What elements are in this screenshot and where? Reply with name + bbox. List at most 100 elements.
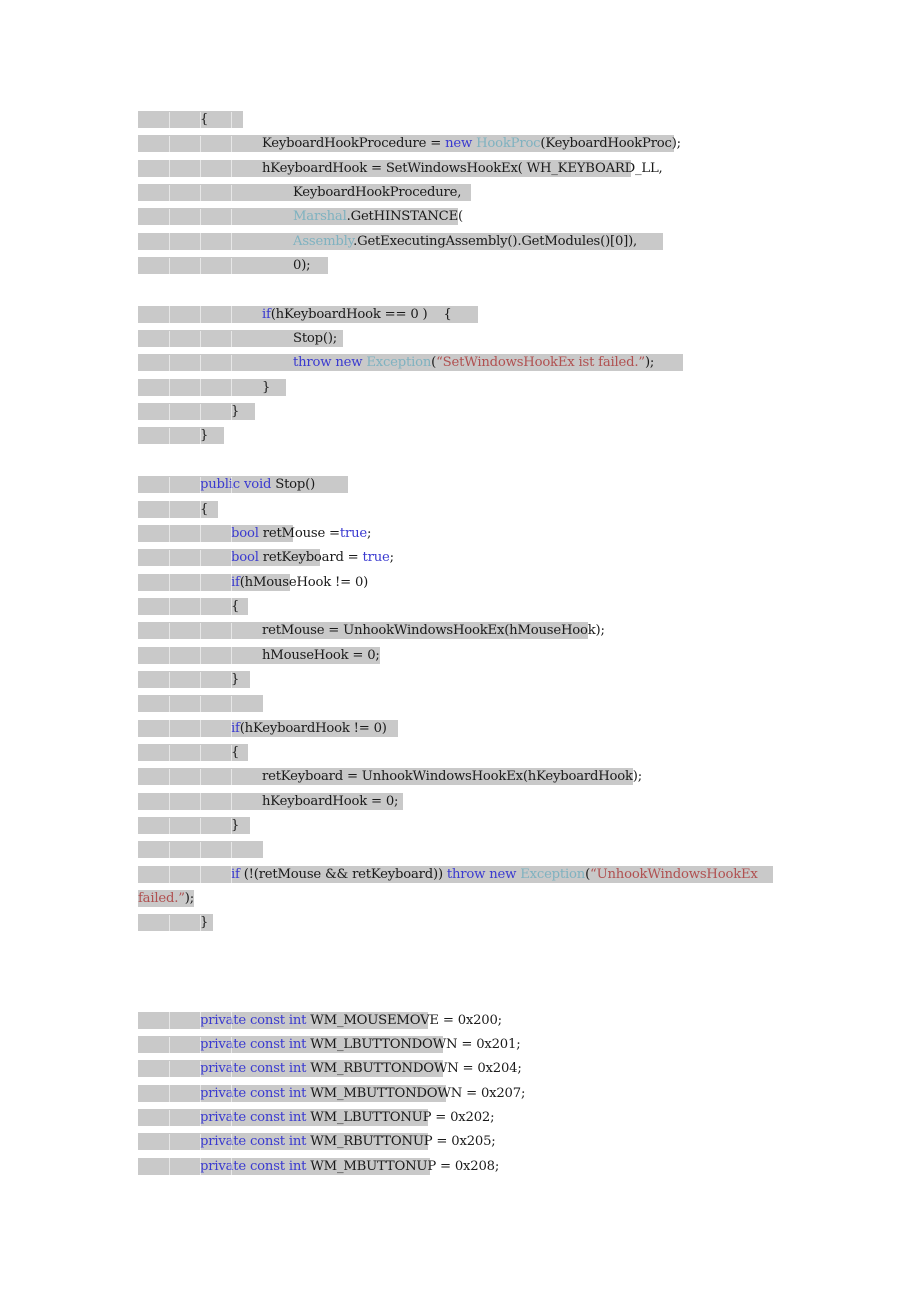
code-highlight-band: public void Stop() <box>138 476 348 494</box>
code-token: new <box>489 866 521 882</box>
code-token: ; <box>367 525 372 541</box>
code-token: const <box>249 1110 289 1126</box>
code-highlight-band: retKeyboard = UnhookWindowsHookEx(hKeybo… <box>138 768 642 786</box>
code-token: WM_MBUTTONDOWN = 0x207; <box>310 1085 526 1101</box>
code-highlight-band: failed.”); <box>138 890 194 907</box>
code-line: hMouseHook = 0; <box>138 644 838 668</box>
code-token: (hKeyboardHook == 0 ) { <box>270 306 452 322</box>
code-token: int <box>288 1158 311 1174</box>
code-token: int <box>288 1012 311 1028</box>
code-highlight-band: bool retKeyboard = true; <box>138 549 394 567</box>
code-line: retMouse = UnhookWindowsHookEx(hMouseHoo… <box>138 619 838 643</box>
code-token: } <box>231 404 240 420</box>
code-highlight-band: private const int WM_LBUTTONUP = 0x202; <box>138 1109 495 1127</box>
code-token: const <box>249 1061 289 1077</box>
code-line: { <box>138 595 838 619</box>
code-token: hKeyboardHook = SetWindowsHookEx( WH_KEY… <box>262 160 663 176</box>
code-token: new <box>335 355 367 371</box>
code-line: KeyboardHookProcedure = new HookProc(Key… <box>138 132 838 156</box>
code-highlight-band: Assembly.GetExecutingAssembly().GetModul… <box>138 232 663 250</box>
code-line: if(hKeyboardHook != 0) <box>138 717 838 741</box>
code-token: WM_RBUTTONUP = 0x205; <box>310 1134 496 1150</box>
code-token: int <box>288 1037 311 1053</box>
code-token: const <box>249 1085 289 1101</box>
code-line: hKeyboardHook = 0; <box>138 790 838 814</box>
code-line: private const int WM_LBUTTONDOWN = 0x201… <box>138 1033 838 1057</box>
code-token: Marshal <box>293 209 347 225</box>
code-token: “SetWindowsHookEx ist failed.” <box>436 355 645 371</box>
code-line: hKeyboardHook = SetWindowsHookEx( WH_KEY… <box>138 157 838 181</box>
code-line: } <box>138 376 838 400</box>
code-token: private <box>200 1012 250 1028</box>
code-highlight-band: Marshal.GetHINSTANCE( <box>138 208 463 226</box>
code-token: bool <box>231 525 263 541</box>
code-highlight-band: private const int WM_MBUTTONUP = 0x208; <box>138 1157 499 1175</box>
code-token: WM_LBUTTONUP = 0x202; <box>310 1110 495 1126</box>
code-token: WM_LBUTTONDOWN = 0x201; <box>310 1037 521 1053</box>
code-line: Marshal.GetHINSTANCE( <box>138 205 838 229</box>
code-highlight-band: hMouseHook = 0; <box>138 646 380 664</box>
code-token: retMouse = UnhookWindowsHookEx(hMouseHoo… <box>262 623 605 639</box>
code-highlight-band: hKeyboardHook = 0; <box>138 792 403 810</box>
code-highlight-band: if(hKeyboardHook != 0) <box>138 719 398 737</box>
code-highlight-band: private const int WM_MOUSEMOVE = 0x200; <box>138 1011 502 1029</box>
code-token: { <box>200 112 209 127</box>
code-token: 0); <box>293 258 311 274</box>
code-line: 0); <box>138 254 838 278</box>
code-line <box>138 838 838 862</box>
code-token: WM_MBUTTONUP = 0x208; <box>310 1158 500 1174</box>
code-line <box>138 692 838 716</box>
code-token: const <box>249 1012 289 1028</box>
code-line: if (!(retMouse && retKeyboard)) throw ne… <box>138 863 838 887</box>
code-highlight-band: private const int WM_RBUTTONUP = 0x205; <box>138 1133 496 1151</box>
code-line: private const int WM_LBUTTONUP = 0x202; <box>138 1106 838 1130</box>
code-line: } <box>138 668 838 692</box>
code-token: WM_MOUSEMOVE = 0x200; <box>310 1012 502 1028</box>
code-token: retMouse = <box>262 525 340 541</box>
code-line: } <box>138 424 838 448</box>
code-listing: { KeyboardHookProcedure = new HookProc(Ke… <box>138 108 838 1179</box>
code-token: .GetExecutingAssembly().GetModules()[0])… <box>353 233 638 249</box>
code-line: bool retKeyboard = true; <box>138 546 838 570</box>
code-highlight-band: { <box>138 743 248 761</box>
code-line: throw new Exception(“SetWindowsHookEx is… <box>138 351 838 375</box>
code-token: const <box>249 1037 289 1053</box>
code-line-continuation: failed.”); <box>138 887 838 911</box>
code-token: if <box>231 574 240 590</box>
code-token: private <box>200 1037 250 1053</box>
code-token: } <box>200 428 209 444</box>
code-token: if <box>262 306 271 322</box>
code-token: const <box>249 1158 289 1174</box>
code-highlight-band: { <box>138 500 218 518</box>
code-line: Assembly.GetExecutingAssembly().GetModul… <box>138 230 838 254</box>
code-token: (KeyboardHookProc); <box>540 136 681 152</box>
code-token: true <box>362 550 390 566</box>
code-token: private <box>200 1158 250 1174</box>
code-token: ); <box>184 891 194 906</box>
code-token: Assembly <box>293 233 354 249</box>
code-token: ; <box>389 550 394 566</box>
code-token: int <box>288 1134 311 1150</box>
code-token: Stop() <box>275 477 316 493</box>
code-line: private const int WM_RBUTTONDOWN = 0x204… <box>138 1057 838 1081</box>
code-highlight-band: hKeyboardHook = SetWindowsHookEx( WH_KEY… <box>138 159 663 177</box>
code-token: Exception <box>366 355 432 371</box>
code-token: HookProc <box>476 136 541 152</box>
code-token: new <box>445 136 477 152</box>
code-highlight-band: bool retMouse =true; <box>138 524 371 542</box>
code-token: .GetHINSTANCE( <box>346 209 464 225</box>
code-highlight-band: } <box>138 816 250 834</box>
code-highlight-band <box>138 695 263 713</box>
code-token: int <box>288 1061 311 1077</box>
code-token: } <box>231 817 240 833</box>
code-highlight-band: Stop(); <box>138 330 343 348</box>
code-highlight-band: } <box>138 670 250 688</box>
code-highlight-band: throw new Exception(“SetWindowsHookEx is… <box>138 354 683 372</box>
code-highlight-band: { <box>138 111 243 128</box>
code-token: Stop(); <box>293 331 338 347</box>
code-token: } <box>262 379 271 395</box>
code-token: KeyboardHookProcedure, <box>293 185 462 201</box>
code-line: private const int WM_MBUTTONUP = 0x208; <box>138 1155 838 1179</box>
